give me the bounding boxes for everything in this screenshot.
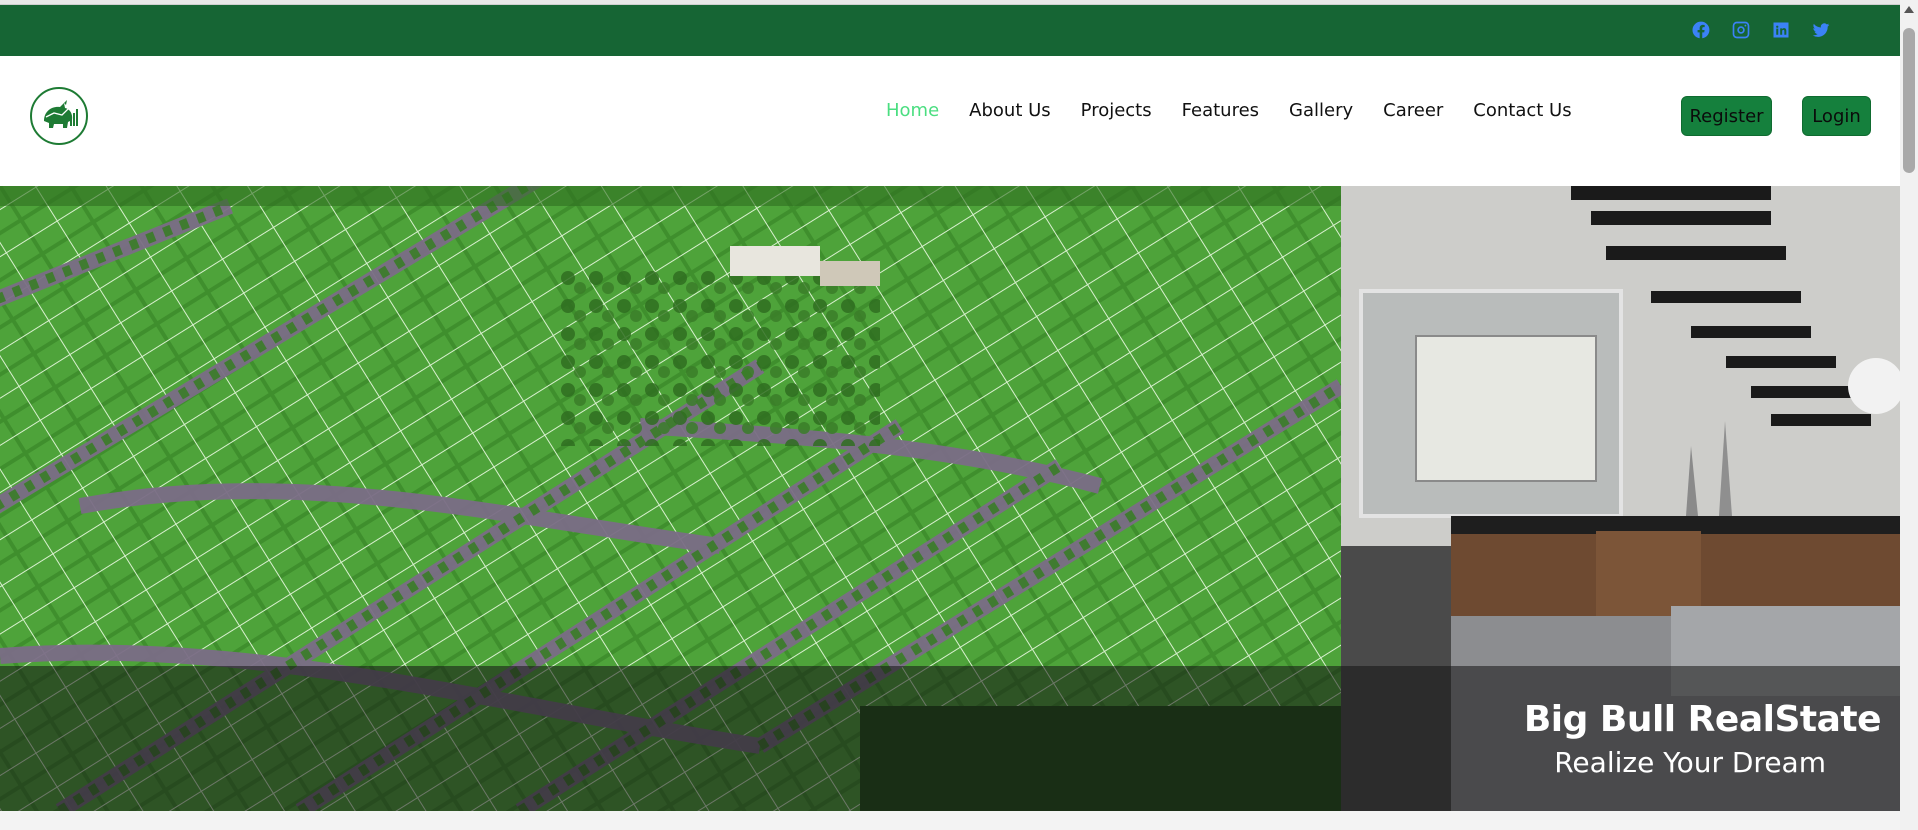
nav-gallery[interactable]: Gallery	[1274, 100, 1368, 121]
linkedin-icon[interactable]	[1770, 19, 1792, 41]
nav-features[interactable]: Features	[1167, 100, 1274, 121]
instagram-icon[interactable]	[1730, 19, 1752, 41]
main-menu: Home About Us Projects Features Gallery …	[871, 100, 1587, 121]
nav-projects[interactable]: Projects	[1066, 100, 1167, 121]
nav-career[interactable]: Career	[1368, 100, 1458, 121]
nav-contact-us[interactable]: Contact Us	[1458, 100, 1586, 121]
page-background	[0, 811, 1900, 830]
bull-logo[interactable]	[30, 87, 88, 145]
login-button[interactable]: Login	[1802, 96, 1871, 136]
bull-logo-icon	[36, 93, 82, 139]
register-button[interactable]: Register	[1681, 96, 1772, 136]
hero-banner: Big Bull RealState Realize Your Dream	[0, 186, 1900, 811]
hero-subtitle: Realize Your Dream	[1554, 746, 1826, 779]
nav-about-us[interactable]: About Us	[954, 100, 1066, 121]
scroll-up-arrow-icon[interactable]	[1904, 6, 1914, 13]
nav-home[interactable]: Home	[871, 100, 954, 121]
social-links	[1690, 19, 1832, 41]
main-navbar: Home About Us Projects Features Gallery …	[0, 56, 1900, 186]
scrollbar-thumb[interactable]	[1903, 28, 1915, 173]
twitter-icon[interactable]	[1810, 19, 1832, 41]
facebook-icon[interactable]	[1690, 19, 1712, 41]
vertical-scrollbar[interactable]	[1900, 0, 1918, 830]
top-bar	[0, 5, 1900, 56]
hero-title: Big Bull RealState	[1523, 699, 1882, 740]
